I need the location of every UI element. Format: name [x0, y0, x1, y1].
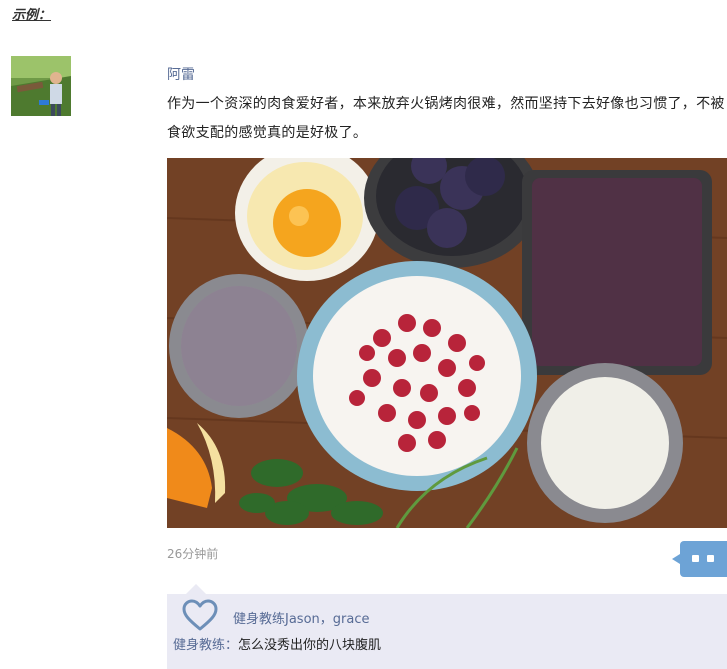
- post-photo[interactable]: [167, 158, 727, 528]
- comment-button[interactable]: [672, 541, 727, 577]
- heart-outline-icon: [182, 599, 218, 631]
- post-username[interactable]: 阿雷: [167, 64, 195, 84]
- comment-dots-icon: [692, 555, 699, 562]
- comment-text: 怎么没秀出你的八块腹肌: [238, 638, 382, 653]
- comment-item[interactable]: 健身教练：怎么没秀出你的八块腹肌: [173, 634, 381, 653]
- avatar[interactable]: [11, 56, 71, 116]
- food-photo-image: [167, 158, 727, 528]
- comment-button-tail: [672, 554, 680, 564]
- post-timestamp: 26分钟前: [167, 547, 219, 561]
- example-label: 示例：: [12, 8, 52, 23]
- post-text: 作为一个资深的肉食爱好者，本来放弃火锅烤肉很难，然而坚持下去好像也习惯了，不被食…: [167, 96, 725, 141]
- comment-author[interactable]: 健身教练：: [173, 638, 238, 653]
- avatar-image: [11, 56, 71, 116]
- comments-box-arrow: [186, 584, 206, 594]
- likes-names[interactable]: 健身教练Jason，grace: [233, 608, 369, 627]
- comments-box: [167, 594, 727, 669]
- comment-dots-icon: [707, 555, 714, 562]
